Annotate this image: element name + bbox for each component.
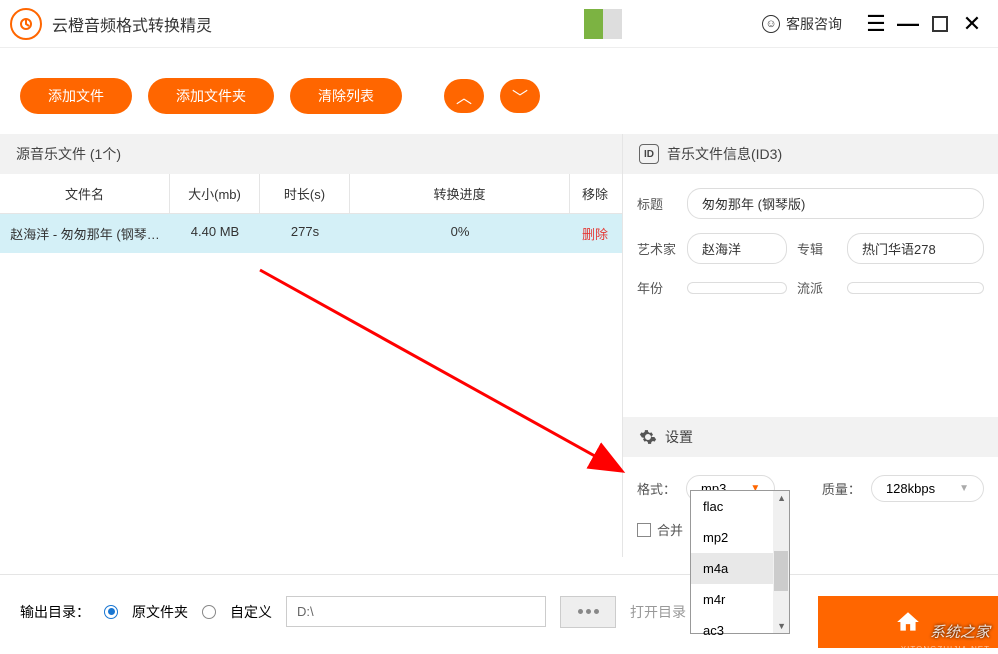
- quality-label: 质量：: [822, 479, 861, 498]
- delete-row-button[interactable]: 删除: [570, 214, 620, 253]
- maximize-button[interactable]: [924, 8, 956, 40]
- titlebar: 云橙音频格式转换精灵 ☺ 客服咨询: [0, 0, 998, 48]
- merge-checkbox[interactable]: [637, 523, 651, 537]
- start-convert-button[interactable]: 系统之家 XITONGZHIJIA.NET: [818, 596, 998, 648]
- house-icon: [895, 609, 921, 635]
- id3-icon: ID: [639, 144, 659, 164]
- album-field[interactable]: 热门华语278: [847, 233, 984, 264]
- col-filename: 文件名: [0, 174, 170, 213]
- chevron-up-icon: ︿: [456, 84, 472, 108]
- genre-field[interactable]: [847, 282, 984, 294]
- source-files-header: 源音乐文件 (1个): [0, 134, 622, 174]
- original-folder-label: 原文件夹: [132, 602, 188, 622]
- col-size: 大小(mb): [170, 174, 260, 213]
- cell-filename: 赵海洋 - 匆匆那年 (钢琴…: [0, 214, 170, 253]
- add-folder-button[interactable]: 添加文件夹: [148, 78, 274, 114]
- year-label: 年份: [637, 278, 677, 297]
- quality-select[interactable]: 128kbps ▼: [871, 475, 984, 502]
- chevron-down-icon: ﹀: [512, 84, 528, 108]
- quality-value: 128kbps: [886, 481, 935, 496]
- custom-folder-label: 自定义: [230, 602, 272, 622]
- close-button[interactable]: [956, 8, 988, 40]
- info-header: ID 音乐文件信息(ID3): [623, 134, 998, 174]
- support-link[interactable]: ☺ 客服咨询: [762, 14, 842, 34]
- artist-label: 艺术家: [637, 239, 677, 258]
- table-row[interactable]: 赵海洋 - 匆匆那年 (钢琴… 4.40 MB 277s 0% 删除: [0, 214, 622, 253]
- table-header: 文件名 大小(mb) 时长(s) 转换进度 移除: [0, 174, 622, 214]
- artist-field[interactable]: 赵海洋: [687, 233, 787, 264]
- clear-list-button[interactable]: 清除列表: [290, 78, 402, 114]
- title-label: 标题: [637, 194, 677, 213]
- scroll-thumb[interactable]: [774, 551, 788, 591]
- main-content: 源音乐文件 (1个) 文件名 大小(mb) 时长(s) 转换进度 移除 赵海洋 …: [0, 134, 998, 557]
- dots-icon: [578, 609, 583, 614]
- support-label: 客服咨询: [786, 14, 842, 34]
- merge-label: 合并: [657, 520, 683, 539]
- smile-icon: ☺: [762, 15, 780, 33]
- format-dropdown: flac mp2 m4a m4r ac3 ▲ ▼: [690, 490, 790, 634]
- genre-label: 流派: [797, 278, 837, 297]
- footer: 输出目录： 原文件夹 自定义 打开目录 系统之家 XITONGZHIJIA.NE…: [0, 574, 998, 648]
- minimize-button[interactable]: [892, 8, 924, 40]
- scroll-up-icon: ▲: [777, 493, 786, 503]
- left-pane: 源音乐文件 (1个) 文件名 大小(mb) 时长(s) 转换进度 移除 赵海洋 …: [0, 134, 622, 557]
- menu-button[interactable]: [860, 8, 892, 40]
- dropdown-scrollbar[interactable]: ▲ ▼: [773, 491, 789, 633]
- settings-header-label: 设置: [665, 427, 693, 447]
- add-file-button[interactable]: 添加文件: [20, 78, 132, 114]
- caret-down-icon: ▼: [959, 483, 969, 494]
- scroll-down-icon: ▼: [777, 621, 786, 631]
- album-label: 专辑: [797, 239, 837, 258]
- year-field[interactable]: [687, 282, 787, 294]
- custom-folder-radio[interactable]: [202, 605, 216, 619]
- cell-size: 4.40 MB: [170, 214, 260, 253]
- watermark-text: 系统之家: [930, 621, 990, 642]
- col-duration: 时长(s): [260, 174, 350, 213]
- cell-duration: 277s: [260, 214, 350, 253]
- app-logo-icon: [10, 8, 42, 40]
- user-avatar[interactable]: [584, 9, 622, 39]
- output-dir-label: 输出目录：: [20, 602, 90, 622]
- toolbar: 添加文件 添加文件夹 清除列表 ︿ ﹀: [0, 48, 998, 134]
- settings-header: 设置: [623, 417, 998, 457]
- browse-button[interactable]: [560, 596, 616, 628]
- info-header-label: 音乐文件信息(ID3): [667, 144, 782, 164]
- col-remove: 移除: [570, 174, 620, 213]
- output-path-input[interactable]: [286, 596, 546, 627]
- open-dir-link[interactable]: 打开目录: [630, 602, 686, 622]
- gear-icon: [639, 428, 657, 446]
- app-title: 云橙音频格式转换精灵: [52, 12, 584, 36]
- move-up-button[interactable]: ︿: [444, 79, 484, 113]
- right-pane: ID 音乐文件信息(ID3) 标题 匆匆那年 (钢琴版) 艺术家 赵海洋 专辑 …: [622, 134, 998, 557]
- title-field[interactable]: 匆匆那年 (钢琴版): [687, 188, 984, 219]
- format-label: 格式：: [637, 479, 676, 498]
- original-folder-radio[interactable]: [104, 605, 118, 619]
- watermark-sub: XITONGZHIJIA.NET: [901, 645, 990, 654]
- move-down-button[interactable]: ﹀: [500, 79, 540, 113]
- cell-progress: 0%: [350, 214, 570, 253]
- col-progress: 转换进度: [350, 174, 570, 213]
